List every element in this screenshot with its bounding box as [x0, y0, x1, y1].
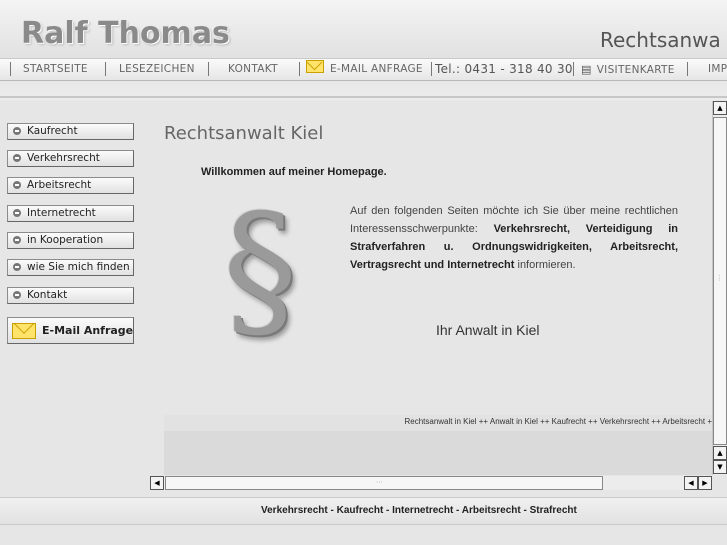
sidebar-item-internetrecht[interactable]: Internetrecht [7, 205, 134, 222]
welcome-heading: Willkommen auf meiner Homepage. [201, 166, 387, 178]
nav-visitenkarte[interactable]: ▤ VISITENKARTE [581, 59, 675, 80]
nav-kontakt[interactable]: KONTAKT [228, 59, 278, 80]
site-logo: Ralf Thomas [21, 16, 230, 51]
sidebar-item-label: Kaufrecht [27, 125, 78, 137]
vertical-scrollbar[interactable]: ▲ ⋮ ▲ ▼ [712, 101, 727, 475]
sidebar-item-arbeitsrecht[interactable]: Arbeitsrecht [7, 177, 134, 194]
sidebar-item-label: Arbeitsrecht [27, 179, 92, 191]
scroll-left-icon[interactable]: ◀ [150, 476, 164, 490]
nav-separator [573, 62, 574, 76]
scroll-left-icon[interactable]: ◀ [684, 476, 698, 490]
nav-visitenkarte-label: VISITENKARTE [596, 64, 675, 76]
nav-separator [208, 62, 209, 76]
top-navigation: STARTSEITE LESEZEICHEN KONTAKT E-MAIL AN… [0, 58, 727, 81]
arrow-bullet-icon [13, 154, 21, 162]
lawyer-tagline: Ihr Anwalt in Kiel [436, 322, 540, 338]
scroll-up-icon[interactable]: ▲ [713, 101, 727, 115]
grip-icon: ⋮ [716, 274, 724, 282]
sidebar-item-verkehrsrecht[interactable]: Verkehrsrecht [7, 150, 134, 167]
grip-icon: ⋯ [376, 478, 384, 486]
nav-email-label: E-MAIL ANFRAGE [330, 63, 423, 75]
nav-separator [687, 62, 688, 76]
nav-separator [431, 62, 432, 76]
sidebar-item-kaufrecht[interactable]: Kaufrecht [7, 123, 134, 140]
email-request-label: E-Mail Anfrage [42, 324, 134, 337]
envelope-icon [12, 323, 36, 339]
paragraph-symbol-icon: § [222, 183, 298, 357]
sidebar-item-label: in Kooperation [27, 234, 104, 246]
business-card-icon: ▤ [581, 63, 592, 76]
intro-paragraph: Auf den folgenden Seiten möchte ich Sie … [350, 202, 678, 274]
nav-impressum[interactable]: IMP [708, 59, 727, 80]
sidebar-item-label: Kontakt [27, 289, 68, 301]
nav-lesezeichen[interactable]: LESEZEICHEN [119, 59, 195, 80]
nav-startseite[interactable]: STARTSEITE [23, 59, 88, 80]
header-divider [0, 96, 727, 98]
sidebar-item-label: Internetrecht [27, 207, 96, 219]
footer-links[interactable]: Verkehrsrecht - Kaufrecht - Internetrech… [261, 505, 727, 516]
site-tagline: Rechtsanwa [600, 28, 721, 52]
nav-separator [105, 62, 106, 76]
ticker-text: Rechtsanwalt in Kiel ++ Anwalt in Kiel +… [404, 417, 712, 426]
arrow-bullet-icon [13, 236, 21, 244]
arrow-bullet-icon [13, 127, 21, 135]
sidebar-item-label: Verkehrsrecht [27, 152, 100, 164]
nav-separator [299, 62, 300, 76]
nav-separator [10, 62, 11, 76]
phone-number: Tel.: 0431 - 318 40 30 [435, 62, 573, 76]
horizontal-scroll-thumb[interactable]: ⋯ [165, 476, 603, 490]
horizontal-scrollbar[interactable]: ◀ ⋯ ◀ ▶ [150, 476, 712, 490]
scroll-up-icon[interactable]: ▲ [713, 446, 727, 460]
page-title: Rechtsanwalt Kiel [164, 123, 324, 144]
vertical-scroll-thumb[interactable]: ⋮ [713, 117, 727, 445]
sidebar-item-kooperation[interactable]: in Kooperation [7, 232, 134, 249]
scroll-down-icon[interactable]: ▼ [713, 460, 727, 474]
scroll-right-icon[interactable]: ▶ [698, 476, 712, 490]
sidebar-item-label: wie Sie mich finden [27, 261, 130, 273]
sidebar-item-anfahrt[interactable]: wie Sie mich finden [7, 259, 134, 276]
arrow-bullet-icon [13, 291, 21, 299]
intro-outro: informieren. [514, 259, 576, 271]
news-ticker: Rechtsanwalt in Kiel ++ Anwalt in Kiel +… [164, 415, 712, 431]
envelope-icon [306, 60, 324, 73]
arrow-bullet-icon [13, 209, 21, 217]
arrow-bullet-icon [13, 181, 21, 189]
sidebar-item-kontakt[interactable]: Kontakt [7, 287, 134, 304]
site-header: Ralf Thomas Rechtsanwa STARTSEITE LESEZE… [0, 0, 727, 100]
nav-email-anfrage[interactable]: E-MAIL ANFRAGE [306, 59, 423, 80]
lower-panel [164, 431, 712, 475]
email-request-button[interactable]: E-Mail Anfrage [7, 317, 134, 344]
site-footer: Verkehrsrecht - Kaufrecht - Internetrech… [0, 497, 727, 525]
arrow-bullet-icon [13, 263, 21, 271]
